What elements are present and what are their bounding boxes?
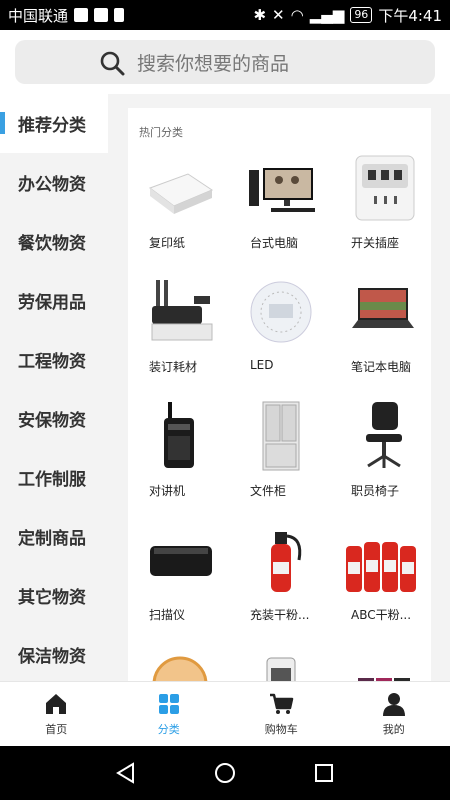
fan-icon (266, 657, 296, 681)
sidebar-item-label: 劳保用品 (18, 293, 86, 313)
section-title: 热门分类 (139, 126, 183, 139)
sim-icon (114, 8, 125, 22)
sidebar-item-engineering[interactable]: 工程物资 (0, 330, 108, 389)
sidebar-item-recommended[interactable]: 推荐分类 (0, 94, 108, 153)
sidebar-item-label: 安保物资 (18, 411, 86, 431)
product-label: 充装干粉... (250, 608, 310, 622)
notification-icon (74, 8, 89, 22)
search-placeholder: 搜索你想要的商品 (137, 52, 290, 75)
signal-icon: ▂▄▆ (309, 6, 345, 24)
tab-label: 我的 (382, 723, 405, 736)
sidebar-item-labor-protection[interactable]: 劳保用品 (0, 271, 108, 330)
product-label: 复印纸 (149, 236, 186, 250)
tab-home[interactable]: 首页 (0, 682, 113, 746)
extinguishers-icon (346, 542, 416, 592)
category-icon (158, 694, 179, 714)
product-item[interactable]: 笔记本电脑 (332, 272, 431, 396)
product-label: 台式电脑 (250, 236, 299, 250)
search-bar: 搜索你想要的商品 (0, 30, 450, 94)
product-item[interactable]: 装订耗材 (130, 272, 230, 396)
paper-icon (148, 173, 214, 214)
bottom-tab-bar: 首页 分类 购物车 我的 (0, 681, 450, 746)
sidebar-item-cleaning[interactable]: 保洁物资 (0, 625, 108, 681)
heater-icon (152, 656, 208, 681)
system-nav-bar (0, 746, 450, 800)
sidebar-item-security[interactable]: 安保物资 (0, 389, 108, 448)
product-item[interactable] (231, 644, 331, 681)
sidebar-item-label: 定制商品 (18, 529, 86, 549)
tab-cart[interactable]: 购物车 (225, 682, 338, 746)
product-item[interactable] (130, 644, 230, 681)
bluetooth-icon: ✱ (253, 6, 267, 24)
product-label: 笔记本电脑 (351, 360, 412, 374)
extinguisher-icon (271, 532, 302, 592)
category-content: 热门分类 复印纸 台式电脑 开关插座 装订耗材 LED 笔记本电脑 对讲机 文件… (128, 108, 431, 681)
walkie-talkie-icon (164, 402, 194, 468)
product-label: ABC干粉... (351, 608, 412, 622)
sidebar-item-uniforms[interactable]: 工作制服 (0, 448, 108, 507)
product-label: 扫描仪 (149, 608, 186, 622)
product-item[interactable]: ABC干粉... (332, 520, 431, 644)
search-icon (100, 51, 125, 76)
tab-category[interactable]: 分类 (113, 682, 226, 746)
printer-ink-icon (358, 678, 410, 681)
chair-icon (366, 402, 402, 468)
wifi-icon: ◠ (290, 6, 304, 24)
category-sidebar: 推荐分类 办公物资 餐饮物资 劳保用品 工程物资 安保物资 工作制服 定制商品 … (0, 94, 108, 681)
search-input[interactable]: 搜索你想要的商品 (15, 40, 435, 84)
product-item[interactable]: LED (231, 272, 331, 396)
product-label: 开关插座 (351, 236, 400, 250)
desktop-icon (249, 168, 315, 212)
tab-label: 首页 (45, 723, 68, 736)
sidebar-item-label: 办公物资 (18, 175, 86, 195)
mute-icon: ✕ (272, 6, 285, 24)
wechat-icon (94, 8, 109, 22)
sidebar-item-other[interactable]: 其它物资 (0, 566, 108, 625)
sidebar-item-label: 餐饮物资 (18, 234, 86, 254)
sidebar-item-label: 推荐分类 (18, 116, 86, 136)
product-item[interactable]: 扫描仪 (130, 520, 230, 644)
scanner-icon (150, 546, 212, 576)
cart-icon (270, 693, 294, 714)
carrier-label: 中国联通 (8, 6, 69, 25)
product-label: LED (250, 358, 274, 372)
home-button-icon[interactable] (213, 761, 237, 785)
laptop-icon (352, 288, 414, 328)
led-icon (250, 281, 312, 343)
product-item[interactable]: 充装干粉... (231, 520, 331, 644)
socket-icon (355, 155, 415, 221)
tab-label: 购物车 (264, 723, 298, 736)
sidebar-item-office[interactable]: 办公物资 (0, 153, 108, 212)
product-item[interactable]: 文件柜 (231, 396, 331, 520)
binder-icon (151, 280, 213, 341)
cabinet-icon (262, 401, 300, 471)
sidebar-item-label: 工作制服 (18, 470, 86, 490)
product-label: 文件柜 (250, 484, 287, 498)
home-icon (46, 694, 67, 714)
product-label: 职员椅子 (351, 484, 400, 498)
sidebar-item-label: 保洁物资 (18, 647, 86, 667)
user-icon (382, 693, 405, 716)
product-label: 装订耗材 (149, 360, 198, 374)
sidebar-item-label: 工程物资 (18, 352, 86, 372)
status-bar: 中国联通 ✱ ✕ ◠ ▂▄▆ 96 下午4:41 (0, 0, 450, 30)
product-item[interactable]: 台式电脑 (231, 148, 331, 272)
back-icon[interactable] (114, 761, 138, 785)
battery-icon: 96 (350, 7, 373, 23)
product-item[interactable]: 复印纸 (130, 148, 230, 272)
product-label: 对讲机 (149, 484, 186, 498)
sidebar-item-label: 其它物资 (18, 588, 86, 608)
sidebar-item-custom[interactable]: 定制商品 (0, 507, 108, 566)
recents-icon[interactable] (312, 761, 336, 785)
tab-label: 分类 (157, 723, 180, 736)
product-item[interactable]: 开关插座 (332, 148, 431, 272)
product-item[interactable]: 对讲机 (130, 396, 230, 520)
clock: 下午4:41 (378, 6, 442, 25)
tab-profile[interactable]: 我的 (338, 682, 450, 746)
product-item[interactable] (332, 644, 431, 681)
product-item[interactable]: 职员椅子 (332, 396, 431, 520)
sidebar-item-catering[interactable]: 餐饮物资 (0, 212, 108, 271)
